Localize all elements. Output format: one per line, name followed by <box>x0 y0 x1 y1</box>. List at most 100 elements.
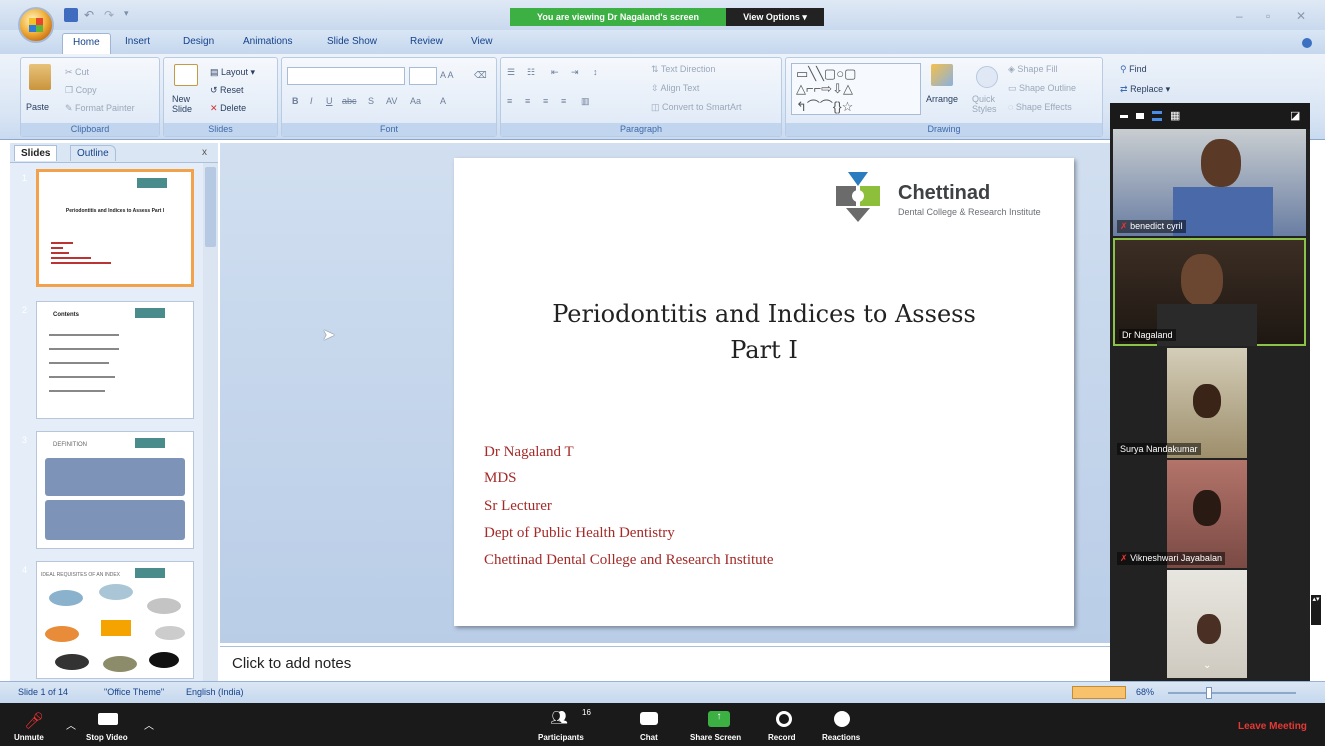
align-right-icon[interactable]: ≡ <box>543 96 548 106</box>
unmute-button[interactable]: Unmute <box>14 733 44 742</box>
video-tile[interactable]: ✗ Vikneshwari Jayabalan <box>1113 460 1306 568</box>
mic-muted-icon[interactable]: 🎤︎ <box>24 711 44 731</box>
tab-outline[interactable]: Outline <box>70 145 116 161</box>
help-icon[interactable] <box>1302 38 1312 48</box>
fullscreen-icon[interactable]: ◪ <box>1290 109 1300 122</box>
slide-title[interactable]: Periodontitis and Indices to Assess Part… <box>454 296 1074 368</box>
scroll-thumb[interactable] <box>205 167 216 247</box>
quick-styles-icon[interactable] <box>976 66 998 88</box>
align-left-icon[interactable]: ≡ <box>507 96 512 106</box>
tab-animations[interactable]: Animations <box>243 36 292 47</box>
customize-qat-icon[interactable]: ▾ <box>124 8 138 22</box>
close-pane-icon[interactable]: x <box>196 145 213 160</box>
share-screen-button[interactable]: Share Screen <box>690 733 741 742</box>
participants-button[interactable]: Participants <box>538 733 584 742</box>
bold-icon[interactable]: B <box>292 96 299 106</box>
font-color-icon[interactable]: A <box>440 96 446 106</box>
shapes-row-1[interactable]: ▭╲╲▢○▢ <box>796 66 856 82</box>
gallery-view-icon[interactable]: ▦ <box>1170 109 1180 122</box>
view-options-button[interactable]: View Options ▾ <box>726 8 824 26</box>
layout-button[interactable]: ▤ Layout ▾ <box>210 67 255 78</box>
record-button[interactable]: Record <box>768 733 796 742</box>
author-degree[interactable]: MDS <box>484 470 517 487</box>
language[interactable]: English (India) <box>186 687 244 697</box>
stop-video-button[interactable]: Stop Video <box>86 733 128 742</box>
strip-view-icon[interactable] <box>1152 111 1162 121</box>
author-institute[interactable]: Chettinad Dental College and Research In… <box>484 552 774 569</box>
author-department[interactable]: Dept of Public Health Dentistry <box>484 525 675 542</box>
tab-slides[interactable]: Slides <box>14 145 58 161</box>
tab-review[interactable]: Review <box>410 36 443 47</box>
shape-fill-button[interactable]: ◈ Shape Fill <box>1008 64 1057 75</box>
convert-smartart-button[interactable]: ◫ Convert to SmartArt <box>651 102 742 113</box>
slide-thumbnail-3[interactable]: DEFINITION <box>36 431 194 549</box>
view-buttons[interactable] <box>1072 686 1126 699</box>
slides-pane-scrollbar[interactable] <box>203 163 218 681</box>
clear-formatting-icon[interactable]: ⌫ <box>474 70 487 81</box>
video-tile[interactable]: ✗ benedict cyril <box>1113 129 1306 236</box>
reactions-button[interactable]: Reactions <box>822 733 860 742</box>
char-spacing-icon[interactable]: AV <box>386 96 397 106</box>
minimize-icon[interactable]: – <box>1236 9 1243 23</box>
slide-thumbnail-2[interactable]: Contents <box>36 301 194 419</box>
arrange-icon[interactable] <box>931 64 953 86</box>
format-painter-button[interactable]: ✎ Format Painter <box>65 103 135 114</box>
replace-button[interactable]: ⇄ Replace ▾ <box>1120 84 1170 95</box>
redo-icon[interactable]: ↷ <box>104 8 118 22</box>
tab-design[interactable]: Design <box>183 36 214 47</box>
decrease-indent-icon[interactable]: ⇤ <box>551 67 559 78</box>
new-slide-icon[interactable] <box>174 64 198 86</box>
office-button[interactable] <box>18 7 54 43</box>
strikethrough-icon[interactable]: abc <box>342 96 357 106</box>
shape-outline-button[interactable]: ▭ Shape Outline <box>1008 83 1076 94</box>
zoom-slider[interactable] <box>1168 692 1296 694</box>
grow-shrink-font-icon[interactable]: A A <box>440 70 454 80</box>
theme-name[interactable]: "Office Theme" <box>104 687 164 697</box>
share-screen-icon[interactable]: ↑ <box>708 711 730 727</box>
shapes-gallery[interactable]: ▭╲╲▢○▢ △⌐⌐⇨⇩△ ↰⌒⌒{}☆ <box>791 63 921 115</box>
slide-thumbnail-4[interactable]: IDEAL REQUISITES OF AN INDEX <box>36 561 194 679</box>
shapes-row-2[interactable]: △⌐⌐⇨⇩△ <box>796 81 853 97</box>
shapes-row-3[interactable]: ↰⌒⌒{}☆ <box>796 96 853 115</box>
participants-icon[interactable]: 👥︎ <box>550 709 568 726</box>
scroll-down-icon[interactable]: ⌄ <box>1203 660 1211 671</box>
numbering-icon[interactable]: ☷ <box>527 67 535 78</box>
slide-thumbnail-1[interactable]: Periodontitis and Indices to Assess Part… <box>36 169 194 287</box>
copy-button[interactable]: ❐ Copy <box>65 85 97 96</box>
author-position[interactable]: Sr Lecturer <box>484 498 552 515</box>
tab-view[interactable]: View <box>471 36 493 47</box>
close-icon[interactable]: ✕ <box>1296 9 1306 23</box>
reset-button[interactable]: ↺ Reset <box>210 85 244 96</box>
align-center-icon[interactable]: ≡ <box>525 96 530 106</box>
italic-icon[interactable]: I <box>310 96 313 106</box>
new-slide-button[interactable]: New Slide <box>172 94 202 114</box>
video-tile[interactable]: ⌄ <box>1113 570 1306 678</box>
page-arrows-icon[interactable]: ▴▾ <box>1311 595 1321 625</box>
author-name[interactable]: Dr Nagaland T <box>484 444 574 461</box>
video-options-chevron-icon[interactable]: ︿ <box>144 717 154 732</box>
shape-effects-button[interactable]: ◌ Shape Effects <box>1008 102 1072 112</box>
line-spacing-icon[interactable]: ↕ <box>593 67 598 77</box>
justify-icon[interactable]: ≡ <box>561 96 566 106</box>
zoom-level[interactable]: 68% <box>1136 687 1154 697</box>
align-text-button[interactable]: ⇳ Align Text <box>651 83 699 94</box>
leave-meeting-button[interactable]: Leave Meeting <box>1238 721 1307 732</box>
find-button[interactable]: ⚲ Find <box>1120 64 1147 75</box>
tab-insert[interactable]: Insert <box>125 36 150 47</box>
audio-options-chevron-icon[interactable]: ︿ <box>66 717 76 732</box>
underline-icon[interactable]: U <box>326 96 333 106</box>
change-case-icon[interactable]: Aa <box>410 96 421 106</box>
arrange-button[interactable]: Arrange <box>926 94 958 104</box>
notes-pane[interactable]: Click to add notes <box>220 646 1110 679</box>
delete-button[interactable]: ✕ Delete <box>210 103 246 114</box>
paste-button[interactable]: Paste <box>26 102 49 112</box>
shadow-icon[interactable]: S <box>368 96 374 106</box>
font-name-select[interactable] <box>287 67 405 85</box>
undo-icon[interactable]: ↶ <box>84 8 98 22</box>
maximize-icon[interactable]: ▫ <box>1266 9 1270 23</box>
speaker-view-icon[interactable] <box>1136 113 1144 119</box>
text-direction-button[interactable]: ⇅ Text Direction <box>651 64 715 75</box>
increase-indent-icon[interactable]: ⇥ <box>571 67 579 78</box>
font-size-select[interactable] <box>409 67 437 85</box>
chat-button[interactable]: Chat <box>640 733 658 742</box>
